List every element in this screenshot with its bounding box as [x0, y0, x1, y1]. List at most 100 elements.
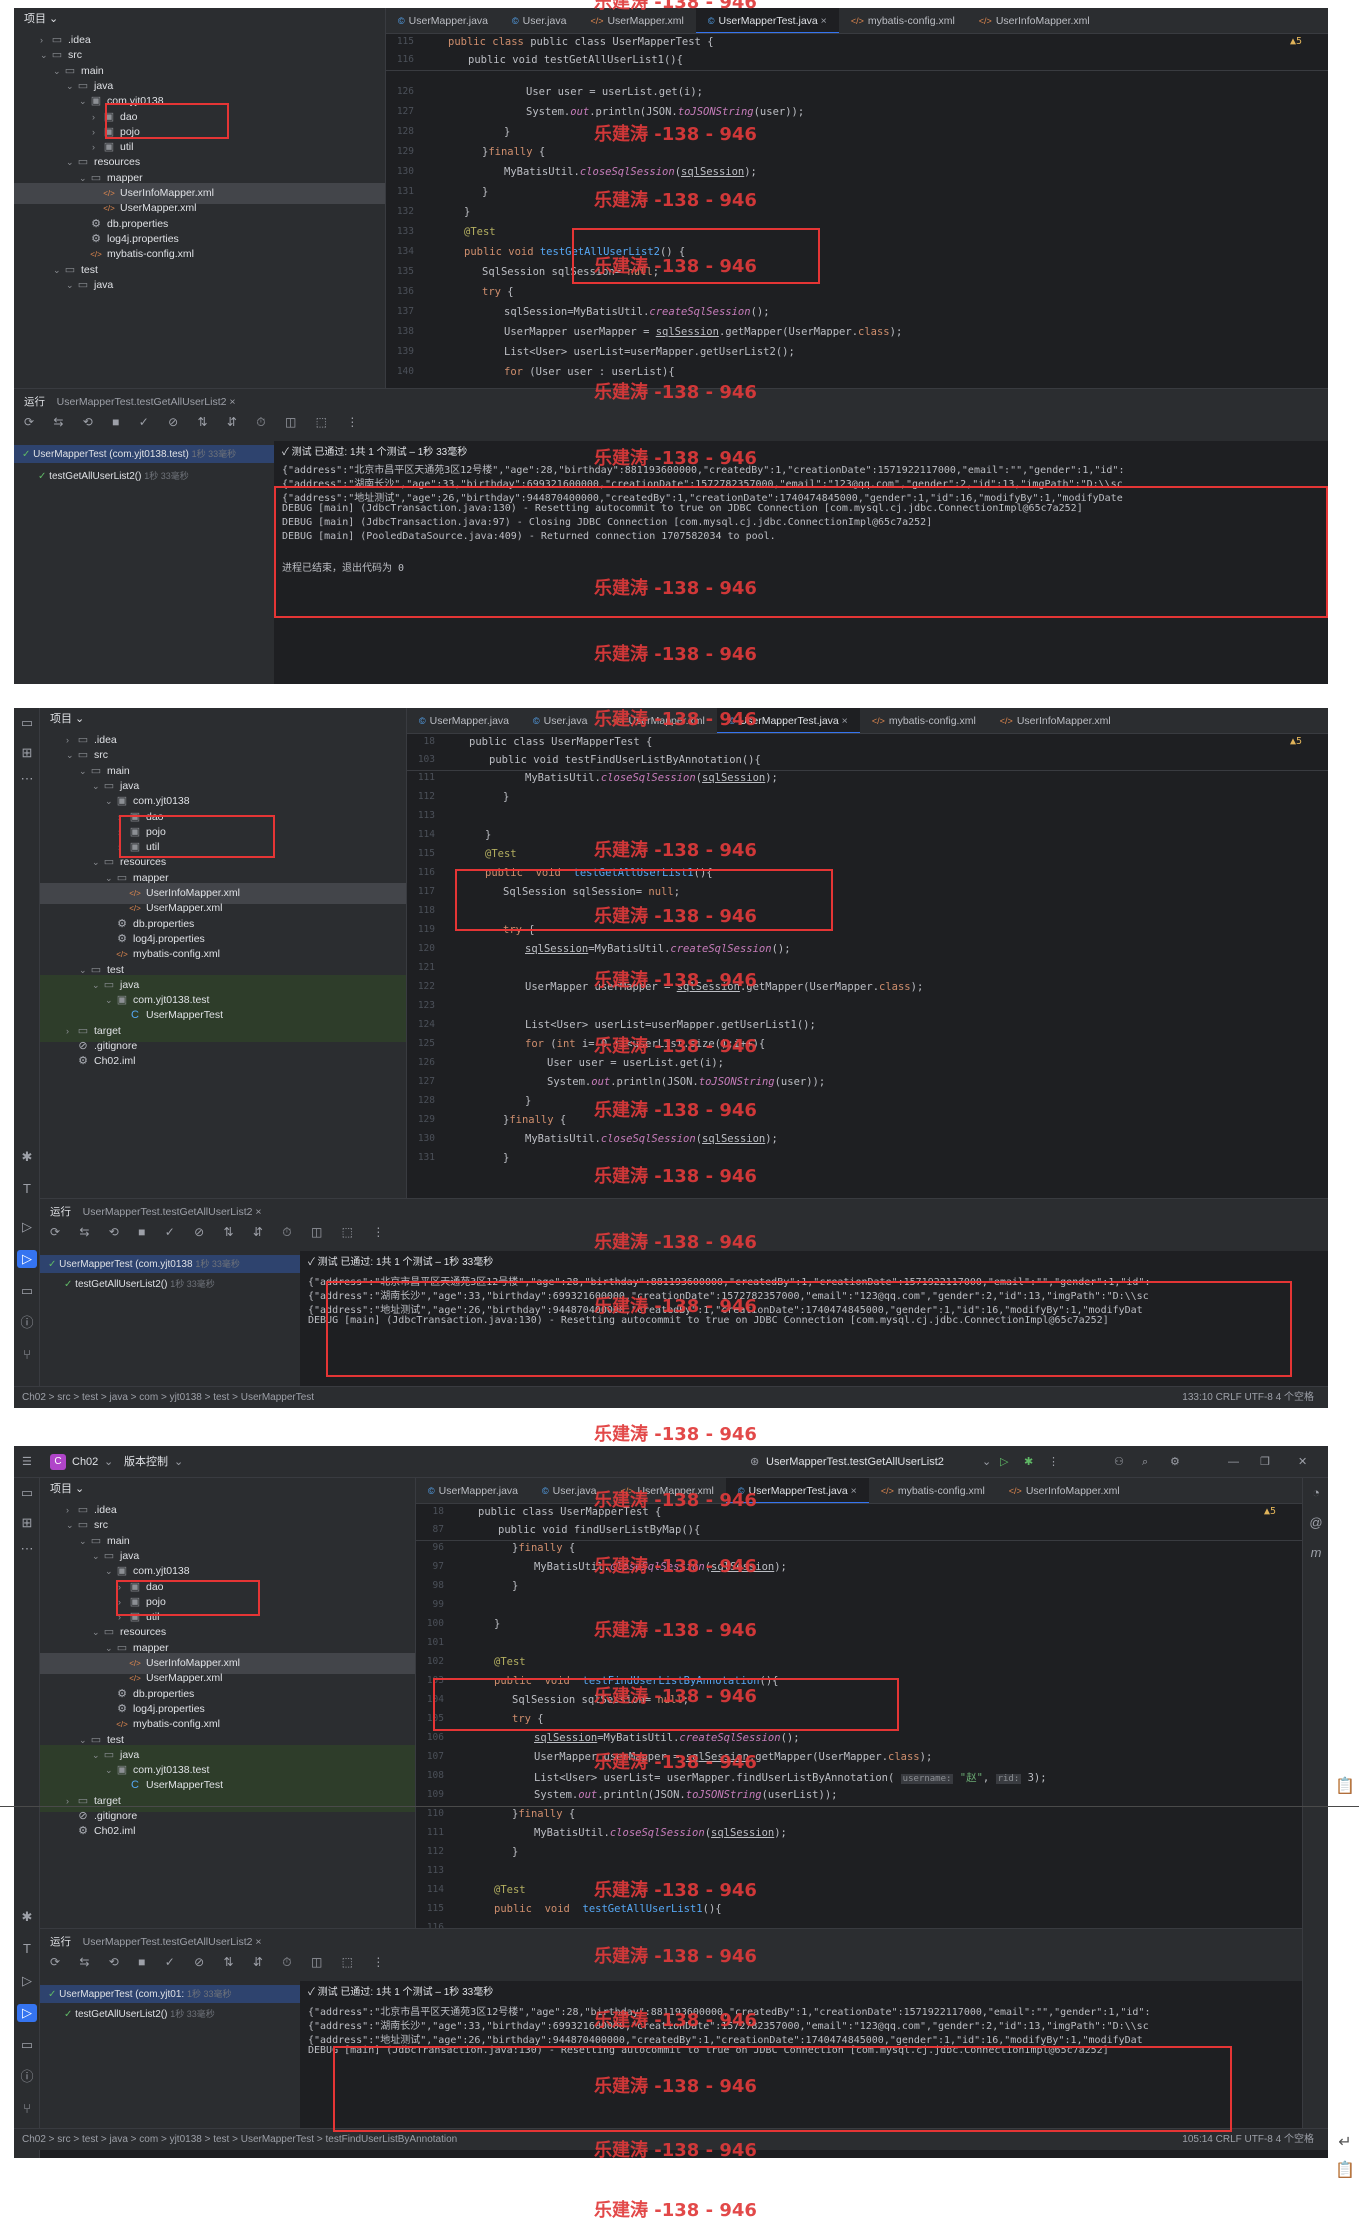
clipboard-icon[interactable]: 📋	[1334, 1776, 1356, 1798]
structure-icon[interactable]: ⊞	[17, 1514, 37, 1532]
warnings-badge[interactable]: ▲5	[1290, 736, 1302, 747]
project-tree-item[interactable]: ⌄ ▭ java	[14, 275, 385, 296]
editor-tab[interactable]: © UserMapper.java	[407, 708, 521, 733]
status-info[interactable]: 105:14 CRLF UTF-8 4 个空格	[1182, 2129, 1314, 2151]
console-output[interactable]: ✓ 测试 已通过: 1共 1 个测试 – 1秒 33毫秒 {"address":…	[300, 1251, 1328, 1386]
more-icon[interactable]: ⋯	[17, 770, 37, 788]
hamburger-icon[interactable]: ☰	[22, 1446, 32, 1478]
clipboard-icon[interactable]: 📋	[1334, 2160, 1356, 2182]
debug-icon[interactable]: ✱	[17, 1148, 37, 1166]
run-button-icon[interactable]: ▷	[1000, 1446, 1008, 1478]
test-tree: ✓ UserMapperTest (com.yjt0138.test) 1秒 3…	[14, 441, 274, 684]
status-info[interactable]: 133:10 CRLF UTF-8 4 个空格	[1182, 1387, 1314, 1408]
structure-icon[interactable]: ⊞	[17, 744, 37, 762]
editor-tab[interactable]: © UserMapper.java	[416, 1478, 530, 1503]
test-suite-row[interactable]: ✓ UserMapperTest (com.yjt0138 1秒 33毫秒	[40, 1255, 300, 1273]
notifications-icon[interactable]: ◔	[1306, 1484, 1326, 1502]
close-tab-icon[interactable]: ×	[848, 1485, 857, 1497]
test-case-row[interactable]: ✓ testGetAllUserList2() 1秒 33毫秒	[40, 2005, 300, 2023]
expand-chevron-icon[interactable]: ⌄	[66, 275, 76, 296]
git-icon[interactable]: ⑂	[17, 1346, 37, 1364]
tree-item-label: UserMapperTest	[146, 1779, 224, 1792]
folder-icon[interactable]: ▭	[17, 714, 37, 732]
close-tab-icon[interactable]: ×	[818, 15, 827, 27]
test-case-row[interactable]: ✓ testGetAllUserList2() 1秒 33毫秒	[14, 467, 274, 485]
restore-icon[interactable]: ❐	[1260, 1446, 1270, 1478]
editor-tab[interactable]: © UserMapper.java	[386, 8, 500, 33]
project-avatar-icon: C	[50, 1454, 66, 1470]
run-toolbar[interactable]: ⟳ ⇆ ⟲ ■ ✓ ⊘ ⇅ ⇵ ⏱ ◫ ⬚ ⋮	[14, 415, 1328, 439]
editor-tab[interactable]: </> mybatis-config.xml	[839, 8, 967, 33]
line-number: 129	[417, 1114, 435, 1125]
close-tab-icon[interactable]: ×	[839, 715, 848, 727]
warnings-badge[interactable]: ▲5	[1290, 36, 1302, 47]
folder-icon[interactable]: ▭	[17, 1484, 37, 1502]
minimize-icon[interactable]: —	[1228, 1446, 1239, 1478]
debug-icon[interactable]: ✱	[17, 1908, 37, 1926]
status-breadcrumb[interactable]: Ch02 > src > test > java > com > yjt0138…	[22, 2134, 457, 2145]
editor-tab[interactable]: © User.java	[500, 8, 578, 33]
status-breadcrumb[interactable]: Ch02 > src > test > java > com > yjt0138…	[22, 1392, 314, 1403]
line-number: 117	[417, 886, 435, 897]
search-icon[interactable]: ⌕	[1142, 1446, 1148, 1478]
run-tab[interactable]: UserMapperTest.testGetAllUserList2 ×	[83, 1936, 262, 1948]
tree-item-label: mapper	[133, 1641, 169, 1654]
vcs-menu[interactable]: 版本控制	[124, 1446, 168, 1478]
tab-label: UserMapper.java	[408, 15, 489, 27]
run-active-icon[interactable]: ▷	[17, 1250, 37, 1268]
tree-item-label: .gitignore	[94, 1040, 138, 1052]
run-icon[interactable]: ▷	[17, 1972, 37, 1990]
editor-tab[interactable]: © User.java	[521, 708, 599, 733]
watermark: 乐建涛 -138 - 946	[594, 2140, 757, 2161]
maven-icon[interactable]: m	[1306, 1544, 1326, 1562]
editor-tab[interactable]: </> UserInfoMapper.xml	[997, 1478, 1132, 1503]
more-actions-icon[interactable]: ⋮	[1048, 1446, 1059, 1478]
editor-tab[interactable]: </> mybatis-config.xml	[869, 1478, 997, 1503]
test-case-row[interactable]: ✓ testGetAllUserList2() 1秒 33毫秒	[40, 1275, 300, 1293]
line-number: 131	[417, 1152, 435, 1163]
test-tree: ✓ UserMapperTest (com.yjt0138 1秒 33毫秒 ✓ …	[40, 1251, 300, 1386]
hammer-icon[interactable]: T	[17, 1940, 37, 1958]
watermark: 乐建涛 -138 - 946	[594, 1752, 757, 1773]
more-icon[interactable]: ⋯	[17, 1540, 37, 1558]
editor-tab[interactable]: </> mybatis-config.xml	[860, 708, 988, 733]
problems-icon[interactable]: ⓘ	[17, 1314, 37, 1332]
problems-icon[interactable]: ⓘ	[17, 2068, 37, 2086]
debug-button-icon[interactable]: ✱	[1024, 1446, 1033, 1478]
terminal-icon[interactable]: ▭	[17, 2036, 37, 2054]
hammer-icon[interactable]: T	[17, 1180, 37, 1198]
run-tab[interactable]: UserMapperTest.testGetAllUserList2 ×	[57, 396, 236, 408]
run-active-icon[interactable]: ▷	[17, 2004, 37, 2022]
test-suite-row[interactable]: ✓ UserMapperTest (com.yjt01: 1秒 33毫秒	[40, 1985, 300, 2003]
editor-tab[interactable]: </> UserInfoMapper.xml	[988, 708, 1123, 733]
console-output[interactable]: ✓ 测试 已通过: 1共 1 个测试 – 1秒 33毫秒 {"address":…	[300, 1981, 1302, 2128]
project-header[interactable]: 项目 ⌄	[40, 708, 406, 730]
tree-item-label: test	[107, 1733, 124, 1746]
add-user-icon[interactable]: ⚇	[1114, 1446, 1124, 1478]
watermark: 乐建涛 -138 - 946	[594, 1686, 757, 1707]
code-editor[interactable]: 18 public class UserMapperTest { 103 pub…	[407, 734, 1328, 1198]
console-output[interactable]: ✓ 测试 已通过: 1共 1 个测试 – 1秒 33毫秒 {"address":…	[274, 441, 1328, 684]
line-number: 99	[432, 1599, 444, 1610]
test-suite-row[interactable]: ✓ UserMapperTest (com.yjt0138.test) 1秒 3…	[14, 445, 274, 463]
code-editor[interactable]: 18 public class UserMapperTest { 87 publ…	[416, 1504, 1302, 1928]
project-header[interactable]: 项目 ⌄	[40, 1478, 415, 1500]
run-tab[interactable]: UserMapperTest.testGetAllUserList2 ×	[83, 1206, 262, 1218]
project-switcher[interactable]: Ch02	[72, 1446, 98, 1478]
project-header[interactable]: 项目 ⌄	[14, 8, 385, 30]
line-number: 118	[417, 905, 435, 916]
project-tree-item[interactable]: ⚙ Ch02.iml	[40, 1821, 415, 1842]
settings-gear-icon[interactable]: ⚙	[1170, 1446, 1180, 1478]
ai-assistant-icon[interactable]: @	[1306, 1514, 1326, 1532]
editor-tab[interactable]: </> UserInfoMapper.xml	[967, 8, 1102, 33]
git-icon[interactable]: ⑂	[17, 2100, 37, 2118]
line-number: 109	[426, 1789, 444, 1800]
line-number: 96	[432, 1542, 444, 1553]
run-config-selector[interactable]: UserMapperTest.testGetAllUserList2	[766, 1446, 944, 1478]
terminal-icon[interactable]: ▭	[17, 1282, 37, 1300]
code-editor[interactable]: 115 public class public class UserMapper…	[386, 34, 1328, 388]
warnings-badge[interactable]: ▲5	[1264, 1506, 1276, 1517]
close-icon[interactable]: ✕	[1298, 1446, 1307, 1478]
run-icon[interactable]: ▷	[17, 1218, 37, 1236]
project-tree-item[interactable]: ⚙ Ch02.iml	[40, 1051, 406, 1072]
